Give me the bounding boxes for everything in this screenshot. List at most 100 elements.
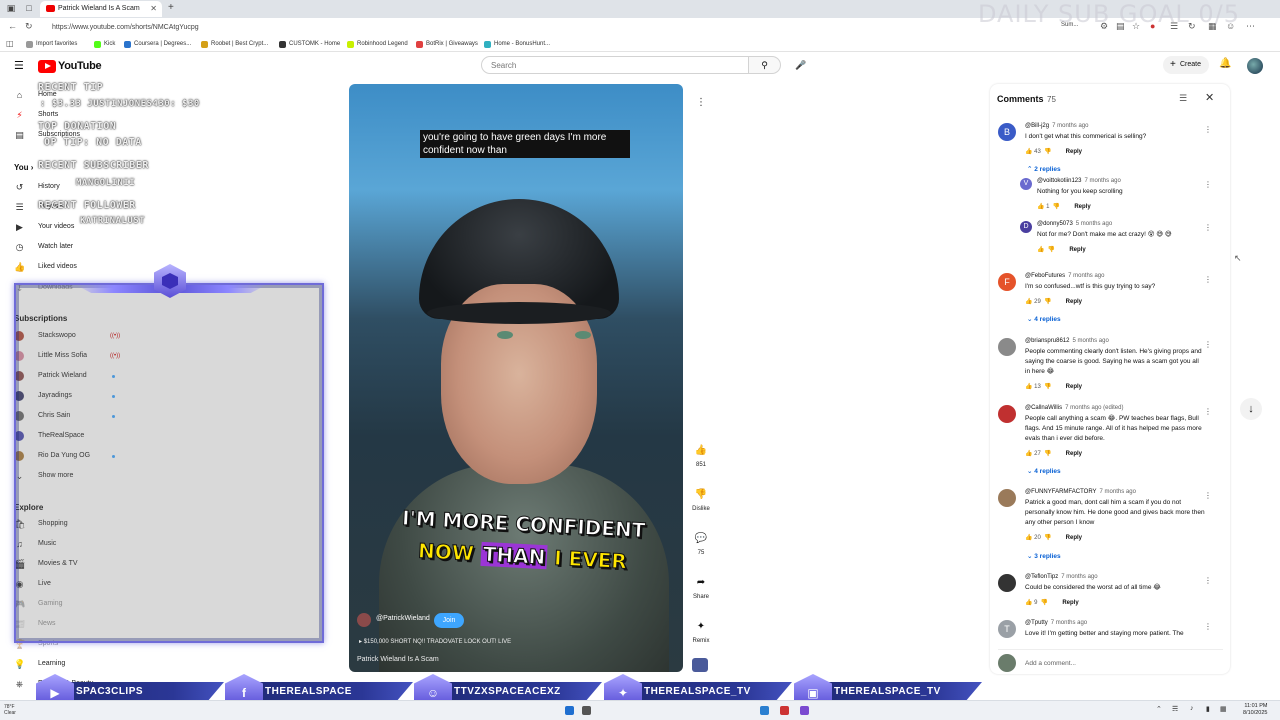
comment-handle[interactable]: @CallnaWillis	[1025, 405, 1062, 411]
thumbs-up-icon[interactable]: 👍	[1025, 451, 1032, 457]
comment-handle[interactable]: @voittokotiin123	[1037, 178, 1081, 184]
comment-avatar[interactable]	[998, 574, 1016, 592]
sound-thumbnail[interactable]	[692, 658, 708, 672]
app-icon[interactable]	[800, 706, 809, 715]
bookmark-bonushunt[interactable]: Home - BonusHunt...	[484, 38, 550, 50]
voice-search-button[interactable]: 🎤	[792, 56, 810, 74]
dislike-button[interactable]: 👎 Dislike	[690, 484, 712, 512]
comment-handle[interactable]: @FeboFutures	[1025, 273, 1065, 279]
hamburger-menu-icon[interactable]: ☰	[14, 59, 24, 72]
thumbs-down-icon[interactable]: 👎	[1041, 600, 1048, 606]
search-button[interactable]: ⚲	[749, 56, 781, 74]
bookmark-kick[interactable]: Kick	[94, 38, 115, 50]
new-tab-button[interactable]: +	[168, 2, 174, 13]
add-comment-input[interactable]: Add a comment...	[1025, 660, 1076, 667]
tray-chevron-icon[interactable]: ⌃	[1156, 705, 1162, 713]
remix-button[interactable]: ✦ Remix	[690, 616, 712, 644]
comment-menu-icon[interactable]: ⋮	[1204, 576, 1212, 585]
start-icon[interactable]	[565, 706, 574, 715]
comment-menu-icon[interactable]: ⋮	[1204, 622, 1212, 631]
thumbs-up-icon[interactable]: 👍	[1025, 535, 1032, 541]
reply-button[interactable]: Reply	[1069, 247, 1085, 253]
thumbs-down-icon[interactable]: 👎	[1044, 299, 1051, 305]
thumbs-up-icon[interactable]: 👍	[1037, 247, 1044, 253]
thumbs-up-icon[interactable]: 👍	[1037, 204, 1044, 210]
language-icon[interactable]: ▦	[1220, 705, 1227, 713]
sidebar-item-liked-videos[interactable]: 👍 Liked videos	[14, 260, 77, 274]
channel-handle[interactable]: @PatrickWieland	[376, 615, 430, 622]
video-more-options-icon[interactable]: ⋮	[696, 97, 706, 108]
close-icon[interactable]: ✕	[1205, 91, 1214, 104]
share-button[interactable]: ➦ Share	[690, 572, 712, 600]
comment-menu-icon[interactable]: ⋮	[1204, 223, 1212, 232]
bookmark-roobet[interactable]: Roobet | Best Crypt...	[201, 38, 268, 50]
like-button[interactable]: 👍 851	[690, 440, 712, 468]
wifi-icon[interactable]: ☴	[1172, 705, 1178, 713]
comment-avatar[interactable]: T	[998, 620, 1016, 638]
comment-avatar[interactable]	[998, 405, 1016, 423]
next-video-button[interactable]: ↓	[1240, 398, 1262, 420]
comment-avatar[interactable]	[998, 338, 1016, 356]
comment-avatar[interactable]: V	[1020, 178, 1032, 190]
tab-youtube[interactable]: Patrick Wieland Is A Scam ✕	[40, 1, 162, 17]
comment-avatar[interactable]: D	[1020, 221, 1032, 233]
comment-menu-icon[interactable]: ⋮	[1204, 407, 1212, 416]
reply-button[interactable]: Reply	[1066, 535, 1082, 541]
toggle-replies-button[interactable]: ⌃ 2 replies	[1027, 165, 1061, 173]
thumbs-up-icon[interactable]: 👍	[1025, 384, 1032, 390]
reply-button[interactable]: Reply	[1062, 600, 1078, 606]
browser-more-icon[interactable]: ⋯	[1246, 21, 1255, 32]
comment-avatar[interactable]	[998, 489, 1016, 507]
toggle-replies-button[interactable]: ⌄ 3 replies	[1027, 552, 1061, 560]
comment-avatar[interactable]: B	[998, 123, 1016, 141]
comment-menu-icon[interactable]: ⋮	[1204, 180, 1212, 189]
thumbs-up-icon[interactable]: 👍	[1025, 149, 1032, 155]
search-input[interactable]: Search	[481, 56, 749, 74]
join-button[interactable]: Join	[434, 613, 464, 628]
comment-handle[interactable]: @brianspru8612	[1025, 338, 1069, 344]
comment-menu-icon[interactable]: ⋮	[1204, 275, 1212, 284]
taskbar-search-icon[interactable]	[582, 706, 591, 715]
youtube-logo[interactable]: YouTube	[38, 60, 102, 74]
tab-list-icon[interactable]: □	[24, 3, 34, 13]
bookmark-import-favorites[interactable]: Import favorites	[26, 38, 77, 50]
thumbs-up-icon[interactable]: 👍	[1025, 299, 1032, 305]
comment-handle[interactable]: @donny5073	[1037, 221, 1073, 227]
sort-icon[interactable]: ☰	[1179, 93, 1187, 104]
thumbs-down-icon[interactable]: 👎	[1044, 149, 1051, 155]
bookmark-customk[interactable]: CUSTOMK - Home	[279, 38, 340, 50]
comment-avatar[interactable]: F	[998, 273, 1016, 291]
reply-button[interactable]: Reply	[1066, 299, 1082, 305]
weather-widget[interactable]: 78°F Clear	[4, 704, 16, 716]
reply-button[interactable]: Reply	[1066, 451, 1082, 457]
thumbs-down-icon[interactable]: 👎	[1044, 451, 1051, 457]
volume-icon[interactable]: ♪	[1190, 705, 1194, 712]
clock[interactable]: 11:01 PM 8/10/2025	[1243, 703, 1267, 717]
thumbs-down-icon[interactable]: 👎	[1048, 247, 1055, 253]
sidebar-item-watch-later[interactable]: ◷ Watch later	[14, 240, 74, 254]
sidebar-item-your-videos[interactable]: ▶ Your videos	[14, 220, 74, 234]
obs-icon[interactable]	[780, 706, 789, 715]
account-avatar[interactable]	[1247, 58, 1263, 74]
toggle-replies-button[interactable]: ⌄ 4 replies	[1027, 315, 1061, 323]
comment-handle[interactable]: @FUNNYFARMFACTORY	[1025, 489, 1097, 495]
notifications-bell-icon[interactable]: 🔔	[1219, 58, 1231, 69]
comments-button[interactable]: 💬 75	[690, 528, 712, 556]
comment-handle[interactable]: @Tputty	[1025, 620, 1048, 626]
sidebar-item-history[interactable]: ↺ History	[14, 180, 60, 194]
thumbs-up-icon[interactable]: 👍	[1025, 600, 1032, 606]
shorts-video-player[interactable]	[349, 84, 683, 672]
bookmark-botrix[interactable]: BotRix | Giveaways	[416, 38, 478, 50]
comment-menu-icon[interactable]: ⋮	[1204, 491, 1212, 500]
bookmark-coursera[interactable]: Coursera | Degrees...	[124, 38, 191, 50]
comment-handle[interactable]: @TeflonTipz	[1025, 574, 1058, 580]
battery-icon[interactable]: ▮	[1206, 705, 1210, 713]
thumbs-down-icon[interactable]: 👎	[1044, 384, 1051, 390]
browser-menu-icon[interactable]: ▣	[6, 3, 16, 13]
thumbs-down-icon[interactable]: 👎	[1044, 535, 1051, 541]
toggle-replies-button[interactable]: ⌄ 4 replies	[1027, 467, 1061, 475]
thumbs-down-icon[interactable]: 👎	[1053, 204, 1060, 210]
you-section-header[interactable]: You ›	[14, 163, 33, 172]
add-comment-row[interactable]: Add a comment...	[998, 649, 1223, 672]
sidebar-item-learning[interactable]: 💡 Learning	[14, 657, 65, 671]
